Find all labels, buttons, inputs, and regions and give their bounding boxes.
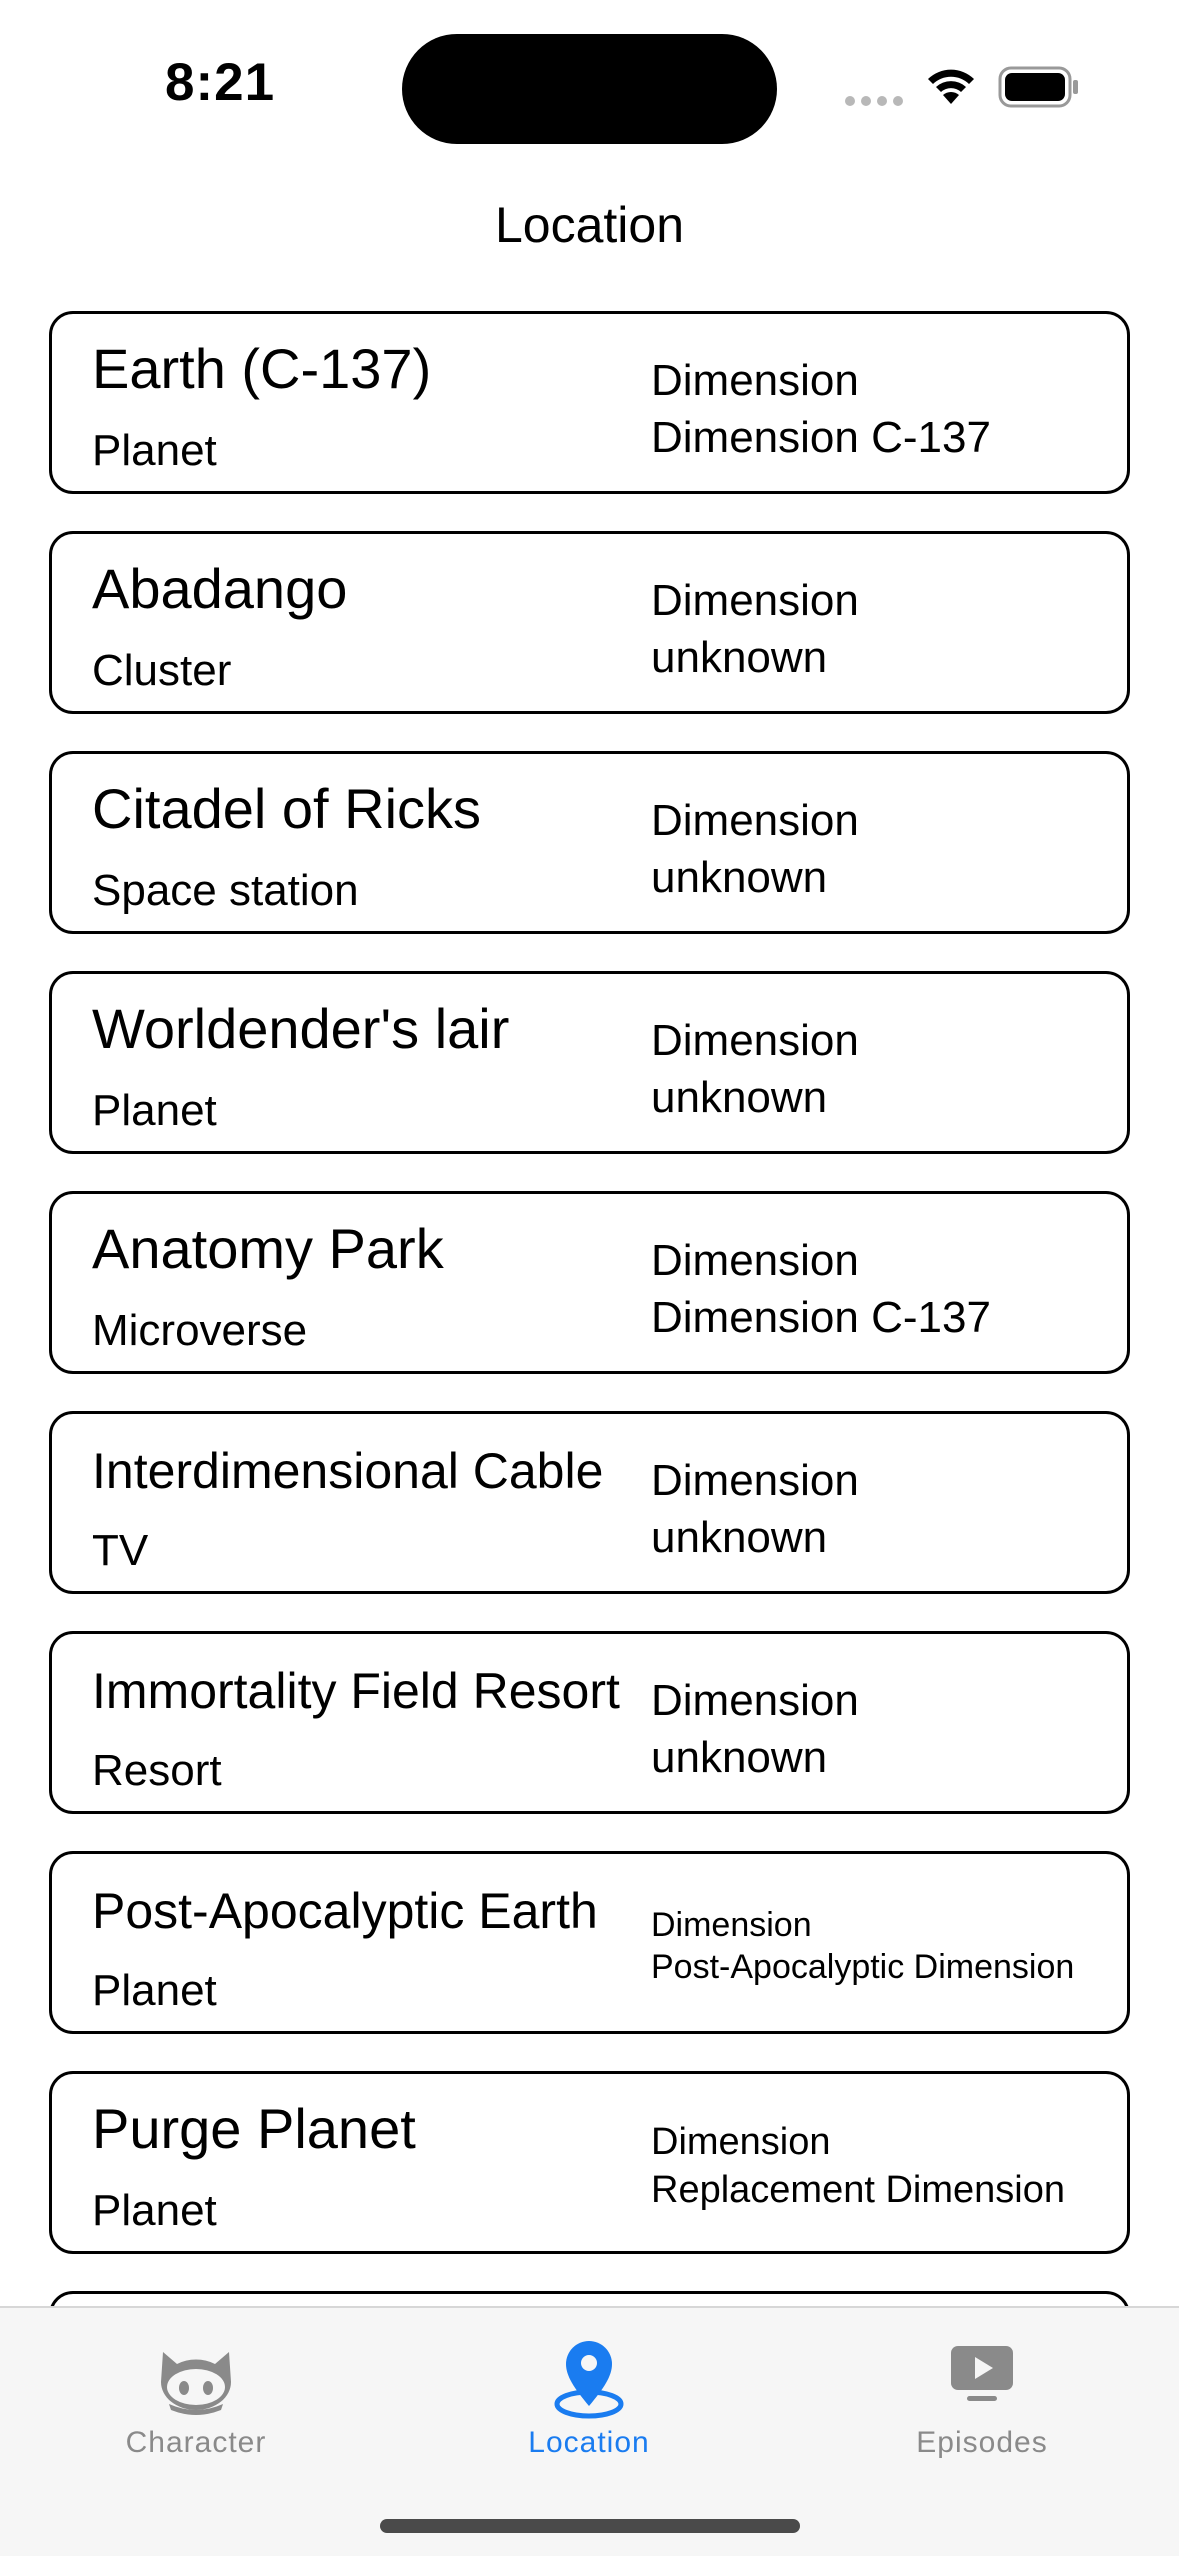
dimension-label: Dimension xyxy=(651,1456,859,1505)
location-type: Cluster xyxy=(92,646,232,695)
location-dimension: Dimension Dimension C-137 xyxy=(651,352,991,466)
tab-label: Episodes xyxy=(916,2426,1048,2459)
location-card[interactable]: Immortality Field Resort Resort Dimensio… xyxy=(49,1631,1130,1814)
dimension-label: Dimension xyxy=(651,1236,859,1285)
location-dimension: Dimension unknown xyxy=(651,572,859,686)
status-time: 8:21 xyxy=(165,53,276,112)
location-card[interactable]: Worldender's lair Planet Dimension unkno… xyxy=(49,971,1130,1154)
location-dimension: Dimension Replacement Dimension xyxy=(651,2118,1065,2214)
dimension-label: Dimension xyxy=(651,796,859,845)
dimension-value: unknown xyxy=(651,853,828,902)
location-dimension: Dimension unknown xyxy=(651,1012,859,1126)
location-name: Post-Apocalyptic Earth xyxy=(92,1883,598,1939)
location-dimension: Dimension Post-Apocalyptic Dimension xyxy=(651,1904,1074,1988)
battery-icon xyxy=(998,66,1078,108)
location-name: Anatomy Park xyxy=(92,1217,444,1280)
page-title: Location xyxy=(494,197,685,253)
location-type: Planet xyxy=(92,426,217,475)
location-card[interactable]: Anatomy Park Microverse Dimension Dimens… xyxy=(49,1191,1130,1374)
dimension-label: Dimension xyxy=(651,1016,859,1065)
dimension-value: Dimension C-137 xyxy=(651,413,991,462)
play-screen-icon xyxy=(951,2346,1013,2401)
location-name: Purge Planet xyxy=(92,2097,416,2160)
dimension-value: unknown xyxy=(651,633,828,682)
location-card[interactable]: Citadel of Ricks Space station Dimension… xyxy=(49,751,1130,934)
location-name: Citadel of Ricks xyxy=(92,777,482,840)
location-name: Immortality Field Resort xyxy=(92,1663,620,1719)
location-pin-icon xyxy=(554,2341,624,2419)
location-dimension: Dimension unknown xyxy=(651,792,859,906)
location-type: Microverse xyxy=(92,1306,308,1355)
dynamic-island xyxy=(402,34,777,144)
location-card[interactable]: Abadango Cluster Dimension unknown xyxy=(49,531,1130,714)
location-name: Earth (C-137) xyxy=(92,337,432,400)
tab-location[interactable]: Location xyxy=(439,2308,739,2488)
dimension-label: Dimension xyxy=(651,2121,831,2163)
location-type: Planet xyxy=(92,2186,217,2235)
dimension-label: Dimension xyxy=(651,1906,812,1944)
wifi-icon xyxy=(928,69,974,104)
github-cat-icon xyxy=(161,2352,231,2415)
tab-label: Location xyxy=(528,2426,650,2459)
location-type: Planet xyxy=(92,1966,217,2015)
dimension-value: unknown xyxy=(651,1733,828,1782)
location-type: Resort xyxy=(92,1746,222,1795)
dimension-value: Replacement Dimension xyxy=(651,2169,1065,2211)
home-indicator[interactable] xyxy=(380,2519,800,2533)
location-list[interactable]: Earth (C-137) Planet Dimension Dimension… xyxy=(49,311,1130,2511)
tab-label: Character xyxy=(125,2426,267,2459)
tab-character[interactable]: Character xyxy=(46,2308,346,2488)
dimension-value: unknown xyxy=(651,1073,828,1122)
dimension-value: Dimension C-137 xyxy=(651,1293,991,1342)
location-card[interactable]: Earth (C-137) Planet Dimension Dimension… xyxy=(49,311,1130,494)
dimension-value: unknown xyxy=(651,1513,828,1562)
location-type: Planet xyxy=(92,1086,217,1135)
dimension-label: Dimension xyxy=(651,1676,859,1725)
dimension-label: Dimension xyxy=(651,576,859,625)
location-name: Worldender's lair xyxy=(92,997,510,1060)
location-card[interactable]: Interdimensional Cable TV Dimension unkn… xyxy=(49,1411,1130,1594)
location-card[interactable]: Post-Apocalyptic Earth Planet Dimension … xyxy=(49,1851,1130,2034)
tab-episodes[interactable]: Episodes xyxy=(832,2308,1132,2488)
location-name: Interdimensional Cable xyxy=(92,1443,604,1499)
dimension-value: Post-Apocalyptic Dimension xyxy=(651,1948,1075,1986)
location-card[interactable]: Purge Planet Planet Dimension Replacemen… xyxy=(49,2071,1130,2254)
cellular-signal-icon xyxy=(845,96,905,106)
location-type: TV xyxy=(92,1526,149,1575)
location-name: Abadango xyxy=(92,557,348,620)
location-type: Space station xyxy=(92,866,359,915)
dimension-label: Dimension xyxy=(651,356,859,405)
location-dimension: Dimension unknown xyxy=(651,1672,859,1786)
location-dimension: Dimension unknown xyxy=(651,1452,859,1566)
location-dimension: Dimension Dimension C-137 xyxy=(651,1232,991,1346)
